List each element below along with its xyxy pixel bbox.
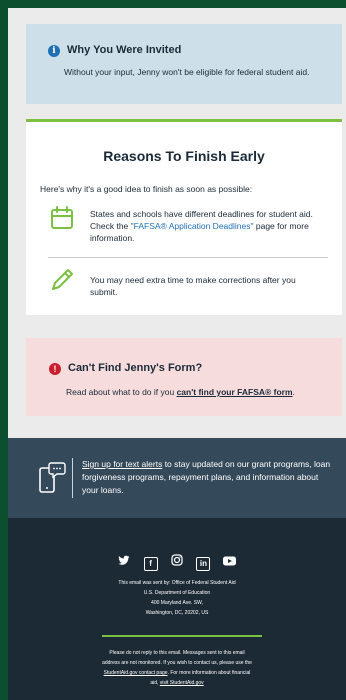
phone-chat-icon bbox=[39, 462, 66, 493]
youtube-icon[interactable] bbox=[223, 556, 237, 570]
reasons-title: Reasons To Finish Early bbox=[103, 148, 265, 164]
linkedin-icon[interactable]: in bbox=[196, 557, 211, 571]
disclaimer-line: Please do not reply to this email. Messa… bbox=[109, 650, 245, 656]
facebook-icon[interactable]: f bbox=[143, 557, 158, 571]
cant-find-text-start: Read about what to do if you bbox=[66, 387, 177, 397]
text-alerts-banner: Sign up for text alerts to stay updated … bbox=[8, 438, 346, 518]
reasons-card: Reasons To Finish Early Here's why it's … bbox=[26, 119, 342, 315]
visit-studentaid-link[interactable]: visit StudentAid.gov bbox=[160, 680, 204, 686]
address-line: This email was sent by: Office of Federa… bbox=[118, 580, 236, 586]
disclaimer-text: . For more information about financial bbox=[167, 670, 251, 676]
instagram-icon[interactable] bbox=[170, 554, 184, 568]
cant-find-text-end: . bbox=[292, 387, 295, 397]
alert-icon: ! bbox=[49, 363, 61, 375]
invited-text: Without your input, Jenny won't be eligi… bbox=[64, 67, 310, 77]
cant-find-title: Can't Find Jenny's Form? bbox=[68, 362, 203, 374]
reason-deadlines: States and schools have different deadli… bbox=[90, 208, 320, 244]
email-page: i Why You Were Invited Without your inpu… bbox=[8, 8, 346, 700]
footer-disclaimer: Please do not reply to this email. Messa… bbox=[8, 648, 346, 688]
footer: f in This email was sent by: Office of F… bbox=[8, 518, 346, 700]
invited-card: i Why You Were Invited Without your inpu… bbox=[26, 24, 342, 104]
contact-page-link[interactable]: StudentAid.gov contact page bbox=[104, 670, 168, 676]
info-icon: i bbox=[48, 45, 60, 57]
disclaimer-line: aid, visit StudentAid.gov bbox=[8, 678, 346, 688]
social-links: f in bbox=[8, 553, 346, 571]
address-line: Washington, DC, 20202, US bbox=[145, 610, 209, 616]
footer-divider bbox=[102, 635, 262, 637]
alerts-text: Sign up for text alerts to stay updated … bbox=[82, 458, 332, 497]
disclaimer-line: address are not monitored. If you wish t… bbox=[102, 660, 252, 666]
alerts-separator bbox=[72, 458, 73, 498]
reason-corrections: You may need extra time to make correcti… bbox=[90, 275, 296, 297]
calendar-icon bbox=[51, 206, 73, 229]
reasons-intro: Here's why it's a good idea to finish as… bbox=[40, 184, 253, 194]
address-line: U.S. Department of Education bbox=[143, 590, 211, 596]
fafsa-deadlines-link[interactable]: "FAFSA® Application Deadlines" bbox=[131, 221, 254, 231]
cant-find-fafsa-link[interactable]: can't find your FAFSA® form bbox=[177, 387, 293, 397]
footer-address: This email was sent by: Office of Federa… bbox=[8, 578, 346, 618]
twitter-icon[interactable] bbox=[117, 555, 131, 569]
address-line: 400 Maryland Ave. SW, bbox=[151, 600, 203, 606]
invited-title: Why You Were Invited bbox=[67, 44, 182, 56]
disclaimer-line: StudentAid.gov contact page. For more in… bbox=[8, 668, 346, 678]
cant-find-card: ! Can't Find Jenny's Form? Read about wh… bbox=[26, 338, 342, 416]
pencil-icon bbox=[52, 269, 73, 290]
reasons-divider bbox=[48, 257, 328, 258]
cant-find-text: Read about what to do if you can't find … bbox=[66, 387, 295, 397]
disclaimer-text: aid, bbox=[150, 680, 160, 686]
text-alerts-signup-link[interactable]: Sign up for text alerts bbox=[82, 459, 162, 469]
